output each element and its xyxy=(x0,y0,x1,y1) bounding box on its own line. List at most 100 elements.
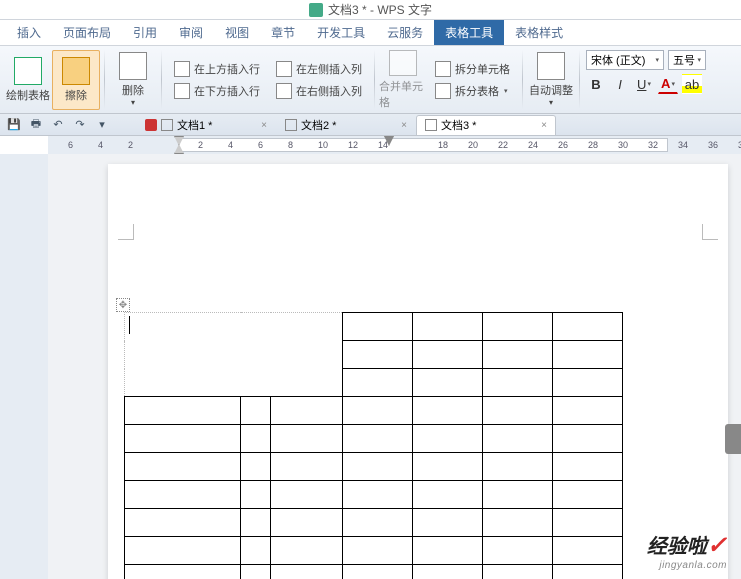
menu-reference[interactable]: 引用 xyxy=(122,20,168,45)
table-cell[interactable] xyxy=(125,481,241,509)
table-cell[interactable] xyxy=(271,453,343,481)
horizontal-ruler[interactable]: 6422468101214182022242628303234363840 xyxy=(48,136,741,154)
table-cell[interactable] xyxy=(413,453,483,481)
bold-button[interactable]: B xyxy=(586,74,606,94)
table-cell[interactable] xyxy=(125,397,241,425)
table-cell[interactable] xyxy=(483,397,553,425)
split-table-button[interactable]: 拆分表格▾ xyxy=(431,81,514,101)
table-cell[interactable] xyxy=(343,425,413,453)
qat-more[interactable]: ▾ xyxy=(94,117,110,133)
table-cell[interactable] xyxy=(413,481,483,509)
table-cell[interactable] xyxy=(553,453,623,481)
autofit-button[interactable]: 自动调整 ▾ xyxy=(527,50,575,110)
table-cell[interactable] xyxy=(413,397,483,425)
menu-insert[interactable]: 插入 xyxy=(6,20,52,45)
menu-view[interactable]: 视图 xyxy=(214,20,260,45)
table-cell[interactable] xyxy=(483,453,553,481)
table-cell[interactable] xyxy=(553,509,623,537)
insert-col-left-button[interactable]: 在左侧插入列 xyxy=(272,59,366,79)
table-cell[interactable] xyxy=(241,453,271,481)
menu-dev-tools[interactable]: 开发工具 xyxy=(306,20,376,45)
table-cell[interactable] xyxy=(553,313,623,341)
doc-tab-2[interactable]: 文档2 * × xyxy=(276,115,416,135)
table-cell[interactable] xyxy=(241,565,271,579)
split-cells-button[interactable]: 拆分单元格 xyxy=(431,59,514,79)
document-table[interactable] xyxy=(124,312,623,579)
table-cell[interactable] xyxy=(241,481,271,509)
menu-page-layout[interactable]: 页面布局 xyxy=(52,20,122,45)
table-cell[interactable] xyxy=(413,509,483,537)
doc-tab-3[interactable]: 文档3 * × xyxy=(416,115,556,135)
table-cell[interactable] xyxy=(553,425,623,453)
save-button[interactable]: 💾 xyxy=(6,117,22,133)
page-viewport[interactable]: ✥ xyxy=(48,154,741,579)
close-icon[interactable]: × xyxy=(261,120,267,131)
close-icon[interactable]: × xyxy=(541,120,547,131)
table-cell[interactable] xyxy=(271,509,343,537)
table-cell[interactable] xyxy=(271,397,343,425)
table-cell[interactable] xyxy=(343,537,413,565)
doc-tab-1[interactable]: 文档1 * × xyxy=(136,115,276,135)
table-cell[interactable] xyxy=(271,481,343,509)
font-color-button[interactable]: A▾ xyxy=(658,74,678,94)
table-cell[interactable] xyxy=(343,453,413,481)
table-cell[interactable] xyxy=(343,565,413,579)
font-size-select[interactable]: 五号▾ xyxy=(668,50,706,70)
table-cell[interactable] xyxy=(125,509,241,537)
close-icon[interactable]: × xyxy=(401,120,407,131)
table-cell[interactable] xyxy=(553,397,623,425)
table-cell[interactable] xyxy=(241,537,271,565)
table-cell[interactable] xyxy=(553,481,623,509)
table-cell[interactable] xyxy=(553,537,623,565)
table-cell[interactable] xyxy=(271,537,343,565)
table-cell[interactable] xyxy=(241,425,271,453)
insert-row-above-button[interactable]: 在上方插入行 xyxy=(170,59,264,79)
insert-row-below-button[interactable]: 在下方插入行 xyxy=(170,81,264,101)
table-cell[interactable] xyxy=(125,565,241,579)
table-cell[interactable] xyxy=(413,425,483,453)
insert-col-right-button[interactable]: 在右侧插入列 xyxy=(272,81,366,101)
table-cell[interactable] xyxy=(125,425,241,453)
font-name-select[interactable]: 宋体 (正文)▾ xyxy=(586,50,664,70)
table-resize-handle[interactable] xyxy=(725,424,741,454)
menu-table-style[interactable]: 表格样式 xyxy=(504,20,574,45)
table-cell[interactable] xyxy=(271,425,343,453)
table-cell[interactable] xyxy=(125,537,241,565)
table-move-handle[interactable]: ✥ xyxy=(116,298,130,312)
erase-button[interactable]: 擦除 xyxy=(52,50,100,110)
undo-button[interactable]: ↶ xyxy=(50,117,66,133)
table-cell[interactable] xyxy=(343,397,413,425)
table-cell[interactable] xyxy=(483,341,553,369)
table-cell[interactable] xyxy=(125,453,241,481)
table-cell[interactable] xyxy=(343,369,413,397)
delete-button[interactable]: 删除 ▾ xyxy=(109,50,157,110)
underline-button[interactable]: U▾ xyxy=(634,74,654,94)
table-cell[interactable] xyxy=(343,313,413,341)
table-cell[interactable] xyxy=(553,369,623,397)
table-cell[interactable] xyxy=(343,341,413,369)
table-cell[interactable] xyxy=(343,481,413,509)
menu-chapter[interactable]: 章节 xyxy=(260,20,306,45)
highlight-button[interactable]: ab xyxy=(682,74,702,94)
table-cell[interactable] xyxy=(343,509,413,537)
table-cell[interactable] xyxy=(553,341,623,369)
table-cell[interactable] xyxy=(271,565,343,579)
table-cell[interactable] xyxy=(413,565,483,579)
table-cell[interactable] xyxy=(483,369,553,397)
table-cell[interactable] xyxy=(125,313,343,397)
menu-cloud[interactable]: 云服务 xyxy=(376,20,434,45)
table-cell[interactable] xyxy=(483,565,553,579)
table-cell[interactable] xyxy=(553,565,623,579)
table-cell[interactable] xyxy=(483,425,553,453)
draw-table-button[interactable]: 绘制表格 xyxy=(4,50,52,110)
table-cell[interactable] xyxy=(241,509,271,537)
table-cell[interactable] xyxy=(413,341,483,369)
table-cell[interactable] xyxy=(483,509,553,537)
menu-table-tools[interactable]: 表格工具 xyxy=(434,20,504,45)
table-cell[interactable] xyxy=(483,481,553,509)
table-cell[interactable] xyxy=(413,537,483,565)
page[interactable]: ✥ xyxy=(108,164,728,579)
merge-cells-button[interactable]: 合并单元格 xyxy=(379,50,427,110)
menu-review[interactable]: 审阅 xyxy=(168,20,214,45)
table-cell[interactable] xyxy=(483,313,553,341)
